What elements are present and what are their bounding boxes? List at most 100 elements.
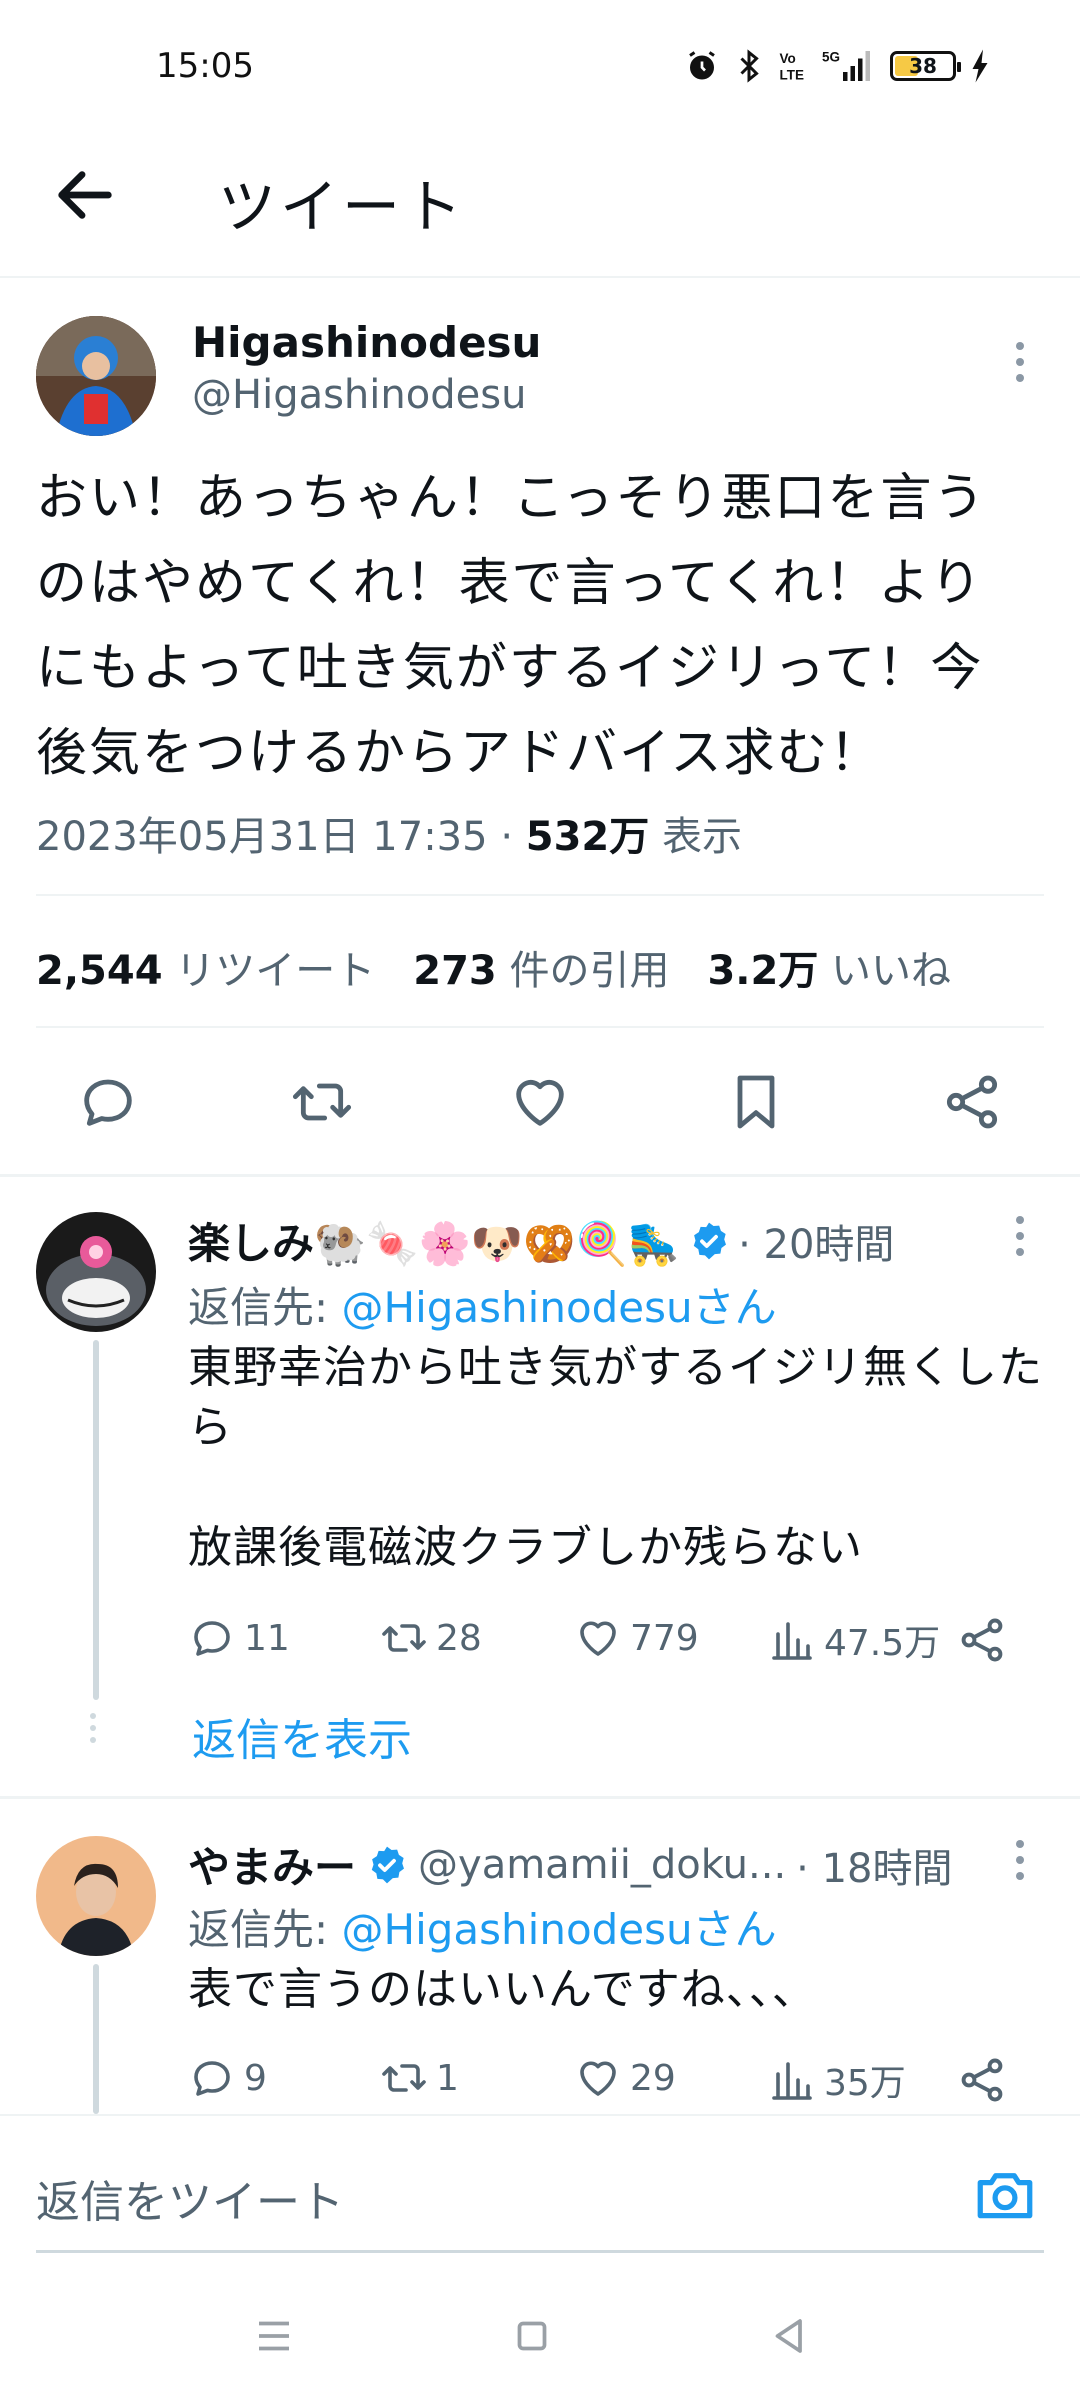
compose-underline — [36, 2250, 1044, 2253]
square-icon — [517, 2321, 547, 2351]
thread-line — [93, 1964, 99, 2114]
triangle-back-icon — [775, 2319, 802, 2353]
reply-author-handle[interactable]: @yamamii_doku... — [418, 1842, 786, 1888]
more-vertical-icon — [1016, 1840, 1024, 1880]
status-icons: Vo LTE 5G 38 — [684, 48, 990, 84]
thread-line — [93, 1340, 99, 1700]
reply-to-line: 返信先: @Higashinodesuさん — [188, 1274, 777, 1335]
battery-icon: 38 — [890, 51, 961, 81]
views-count: 532万 — [525, 814, 650, 860]
reply-icon — [84, 1079, 132, 1126]
reply-time: · 18時間 — [796, 1845, 953, 1892]
reply-divider — [0, 1796, 1080, 1799]
reply-to-handle[interactable]: @Higashinodesuさん — [342, 1283, 777, 1332]
reply-retweet-count[interactable]: 28 — [380, 1614, 482, 1662]
reply-more-button[interactable] — [1008, 1830, 1032, 1890]
camera-button[interactable] — [972, 2162, 1038, 2228]
thread-dots — [87, 1710, 99, 1750]
arrow-left-icon — [58, 171, 112, 219]
reply-avatar[interactable] — [36, 1212, 156, 1332]
reply-text: 表で言うのはいいんですね、、、 — [188, 1964, 817, 2015]
reply-to-prefix: 返信先: — [188, 1905, 329, 1954]
camera-icon — [977, 2173, 1033, 2219]
reply-header: やまみー @yamamii_doku... · 18時間 — [188, 1834, 978, 1895]
share-icon — [946, 1075, 998, 1129]
analytics-icon — [772, 2062, 812, 2100]
reply-reply-count[interactable]: 11 — [188, 1614, 290, 1662]
bookmark-button[interactable] — [724, 1070, 788, 1134]
reply-avatar[interactable] — [36, 1836, 156, 1956]
retweet-icon — [382, 2064, 426, 2092]
more-options-button[interactable] — [1008, 332, 1032, 392]
tweet-text: おい！あっちゃん！こっそり悪口を言う のはやめてくれ！表で言ってくれ！より にも… — [36, 469, 987, 783]
retweets-stat[interactable]: 2,544 リツイート — [36, 938, 375, 996]
like-button[interactable] — [508, 1070, 572, 1134]
status-time: 15:05 — [156, 46, 254, 86]
svg-text:Vo: Vo — [780, 51, 796, 66]
share-button[interactable] — [940, 1070, 1004, 1134]
retweet-icon — [382, 1624, 426, 1652]
bluetooth-icon — [740, 49, 759, 83]
heart-icon — [516, 1079, 564, 1126]
nav-menu-button[interactable] — [244, 2306, 304, 2366]
engagement-stats: 2,544 リツイート 273 件の引用 3.2万 いいね — [36, 938, 989, 996]
alarm-icon — [689, 51, 715, 80]
reply-more-button[interactable] — [1008, 1206, 1032, 1266]
reply-view-count[interactable]: 35万 — [768, 2054, 906, 2106]
bookmark-icon — [737, 1075, 775, 1129]
reply-to-line: 返信先: @Higashinodesuさん — [188, 1896, 777, 1957]
back-button[interactable] — [50, 160, 120, 230]
page-title: ツイート — [218, 173, 467, 241]
reply-retweet-count[interactable]: 1 — [380, 2054, 459, 2102]
charging-icon — [972, 49, 988, 83]
retweet-button[interactable] — [290, 1070, 354, 1134]
more-vertical-icon — [1016, 1216, 1024, 1256]
share-icon — [961, 2058, 1003, 2102]
meta-separator: · — [500, 814, 514, 860]
reply-like-count[interactable]: 29 — [574, 2054, 676, 2102]
stats-divider — [36, 1026, 1044, 1028]
reply-author-name[interactable]: 楽しみ🐏🍬🌸🐶🥨🍭🛼 — [188, 1210, 680, 1271]
actions-divider — [0, 1174, 1080, 1177]
reply-icon — [194, 1621, 230, 1656]
reply-icon — [194, 2061, 230, 2096]
reply-reply-count[interactable]: 9 — [188, 2054, 267, 2102]
volte-icon: Vo LTE — [780, 51, 805, 83]
reply-view-count[interactable]: 47.5万 — [768, 1614, 940, 1666]
tweet-meta: 2023年05月31日 17:35 · 532万 表示 — [36, 804, 742, 862]
analytics-icon — [772, 1622, 812, 1660]
quotes-stat[interactable]: 273 件の引用 — [413, 938, 669, 996]
likes-stat[interactable]: 3.2万 いいね — [707, 938, 951, 996]
reply-time: · 20時間 — [738, 1221, 895, 1268]
reply-button[interactable] — [76, 1070, 140, 1134]
reply-to-prefix: 返信先: — [188, 1283, 329, 1332]
author-avatar[interactable] — [36, 316, 156, 436]
reply-like-count[interactable]: 779 — [574, 1614, 699, 1662]
tweet-actions — [0, 1066, 1080, 1138]
author-handle[interactable]: @Higashinodesu — [192, 372, 526, 418]
reply-to-handle[interactable]: @Higashinodesuさん — [342, 1905, 777, 1954]
reply-text: 東野幸治から吐き気がするイジリ無くした ら 放課後電磁波クラブしか残らない — [188, 1342, 1043, 1573]
nav-home-button[interactable] — [502, 2306, 562, 2366]
share-icon — [961, 1618, 1003, 1662]
menu-icon — [259, 2321, 289, 2351]
reply-share-button[interactable] — [956, 2054, 1008, 2106]
retweet-icon — [292, 1083, 352, 1121]
header-divider — [0, 276, 1080, 278]
tweet-timestamp: 2023年05月31日 17:35 — [36, 814, 488, 860]
reply-share-button[interactable] — [956, 1614, 1008, 1666]
heart-icon — [580, 2061, 616, 2096]
reply-compose-input[interactable]: 返信をツイート — [36, 2166, 344, 2230]
show-replies-link[interactable]: 返信を表示 — [192, 1704, 412, 1768]
nav-back-button[interactable] — [760, 2306, 820, 2366]
meta-divider — [36, 894, 1044, 896]
views-label: 表示 — [661, 814, 742, 860]
verified-badge-icon — [693, 1222, 727, 1259]
heart-icon — [580, 1621, 616, 1656]
verified-badge-icon — [371, 1846, 404, 1883]
reply-header: 楽しみ🐏🍬🌸🐶🥨🍭🛼 · 20時間 — [188, 1210, 894, 1271]
signal-icon: 5G — [822, 50, 870, 81]
more-vertical-icon — [1016, 342, 1024, 382]
reply-author-name[interactable]: やまみー — [188, 1834, 356, 1895]
author-name[interactable]: Higashinodesu — [192, 318, 541, 367]
